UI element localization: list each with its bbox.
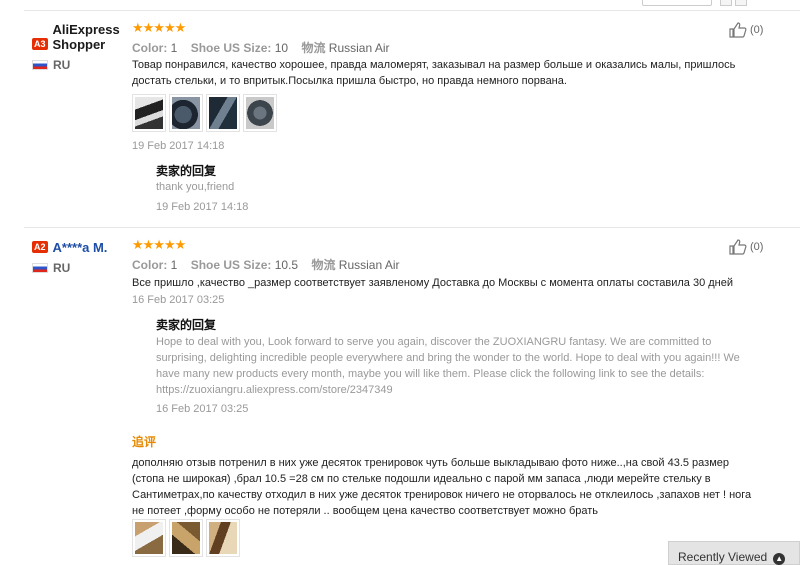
buyer-level-badge: A2 xyxy=(32,241,48,253)
review-photo[interactable] xyxy=(169,519,203,557)
review-photo[interactable] xyxy=(206,519,240,557)
flag-ru-icon xyxy=(32,60,48,70)
chevron-up-icon: ▲ xyxy=(773,553,786,565)
helpful-button[interactable]: (0) xyxy=(729,239,763,255)
color-value: 1 xyxy=(170,258,178,272)
sort-select[interactable] xyxy=(642,0,712,6)
seller-reply-text: thank you,friend xyxy=(156,181,235,193)
size-label: Shoe US Size: xyxy=(190,41,272,55)
feedback-text: Товар понравился, качество хорошее, прав… xyxy=(132,59,736,87)
color-label: Color: xyxy=(132,258,168,272)
divider xyxy=(24,10,800,11)
color-value: 1 xyxy=(170,41,178,55)
buyer-info: A2 A****a M. xyxy=(32,239,107,257)
order-attributes: Color: 1 Shoe US Size: 10.5 物流 Russian A… xyxy=(132,256,410,273)
order-attributes: Color: 1 Shoe US Size: 10 物流 Russian Air xyxy=(132,39,400,56)
recently-viewed-button[interactable]: Recently Viewed ▲ xyxy=(668,541,800,565)
buyer-level-badge: A3 xyxy=(32,38,48,50)
buyer-name[interactable]: A****a M. xyxy=(53,240,108,255)
review-photo[interactable] xyxy=(169,94,203,132)
review-divider xyxy=(24,227,800,228)
helpful-button[interactable]: (0) xyxy=(729,22,763,38)
size-value: 10.5 xyxy=(274,258,299,272)
color-label: Color: xyxy=(132,41,168,55)
additional-feedback-text: дополняю отзыв потренил в них уже десято… xyxy=(132,457,752,517)
seller-reply-date: 19 Feb 2017 14:18 xyxy=(156,201,249,213)
star-rating: ★★★★★ xyxy=(132,237,186,252)
country-code: RU xyxy=(53,261,71,275)
shipping-label: 物流 xyxy=(301,41,326,55)
seller-reply-date: 16 Feb 2017 03:25 xyxy=(156,403,249,415)
buyer-name: AliExpress Shopper xyxy=(52,22,120,52)
buyer-country: RU xyxy=(32,261,70,275)
prev-page-button[interactable] xyxy=(720,0,732,6)
buyer-country: RU xyxy=(32,58,70,72)
thumbs-up-icon xyxy=(729,22,747,38)
recently-viewed-label: Recently Viewed xyxy=(678,550,768,564)
size-value: 10 xyxy=(274,41,289,55)
star-rating: ★★★★★ xyxy=(132,20,186,35)
shipping-label: 物流 xyxy=(311,258,336,272)
shipping-value: Russian Air xyxy=(338,258,400,272)
feedback-text: Все пришло ,качество _размер соответству… xyxy=(132,277,734,289)
review-photo[interactable] xyxy=(243,94,277,132)
thumbs-up-icon xyxy=(729,239,747,255)
review-date: 16 Feb 2017 03:25 xyxy=(132,294,225,306)
shipping-value: Russian Air xyxy=(328,41,390,55)
helpful-count: (0) xyxy=(750,24,764,36)
country-code: RU xyxy=(53,58,71,72)
additional-photos xyxy=(132,519,240,557)
buyer-info: A3 AliExpress Shopper xyxy=(32,22,145,54)
additional-feedback-title: 追评 xyxy=(132,435,157,449)
seller-reply-text: Hope to deal with you, Look forward to s… xyxy=(156,336,740,396)
pagination-bar xyxy=(0,0,800,10)
review-photo[interactable] xyxy=(132,519,166,557)
seller-reply-title: 卖家的回复 xyxy=(156,164,217,178)
seller-reply-title: 卖家的回复 xyxy=(156,318,217,332)
next-page-button[interactable] xyxy=(735,0,747,6)
helpful-count: (0) xyxy=(750,241,764,253)
review-photo[interactable] xyxy=(206,94,240,132)
flag-ru-icon xyxy=(32,263,48,273)
review-photo[interactable] xyxy=(132,94,166,132)
review-photos xyxy=(132,94,277,132)
size-label: Shoe US Size: xyxy=(190,258,272,272)
review-date: 19 Feb 2017 14:18 xyxy=(132,140,225,152)
